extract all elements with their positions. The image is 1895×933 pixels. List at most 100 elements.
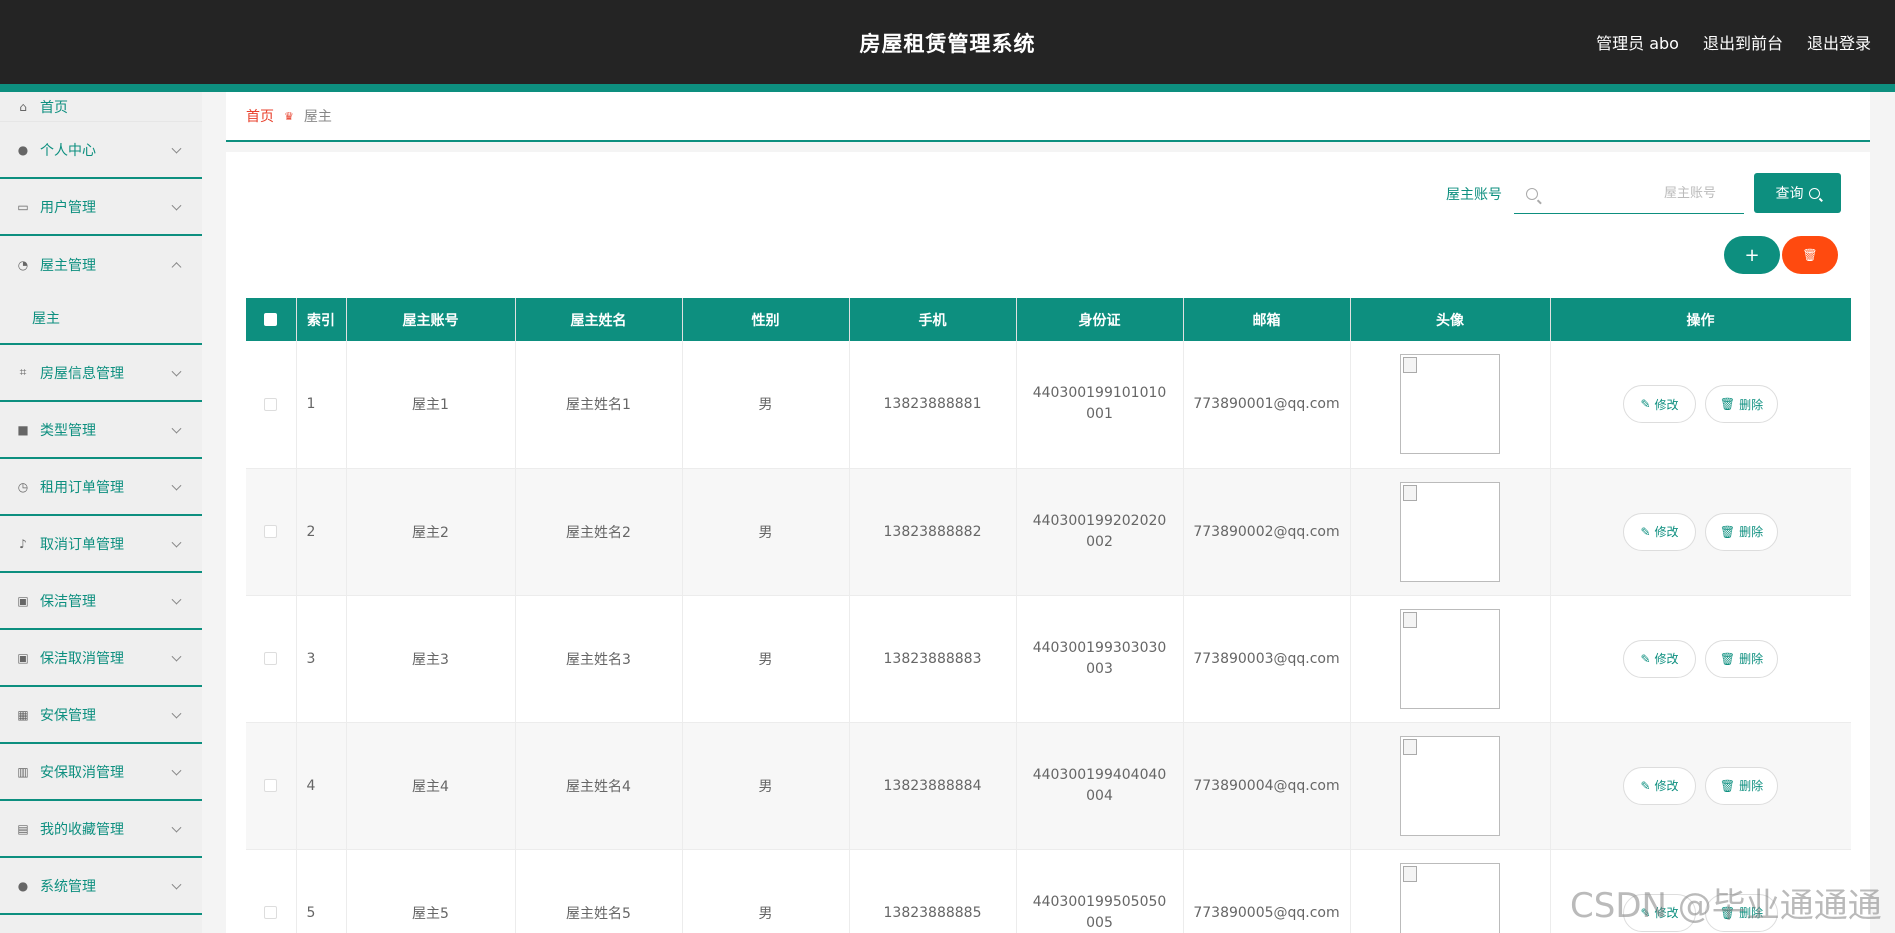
table-row: 1 屋主1 屋主姓名1 男 13823888881 44030019910101… (246, 341, 1851, 469)
user-icon: ● (17, 142, 29, 157)
edit-button[interactable]: ✎ 修改 (1623, 639, 1696, 678)
chevron-down-icon (171, 651, 182, 662)
sidebar-subitem-label: 屋主 (32, 311, 60, 327)
cell-gender: 男 (682, 595, 850, 723)
delete-button[interactable]: 🗑 删除 (1705, 385, 1778, 424)
chevron-down-icon (171, 594, 182, 605)
sidebar-item-rent-orders[interactable]: ◷ 租用订单管理 (0, 459, 202, 516)
breadcrumb-current: 屋主 (303, 109, 332, 125)
sidebar-item-label: 安保管理 (40, 707, 96, 724)
sidebar-item-cancel-orders[interactable]: ♪ 取消订单管理 (0, 516, 202, 573)
query-button[interactable]: 查询 (1754, 173, 1841, 213)
delete-button[interactable]: 🗑 删除 (1705, 512, 1778, 551)
microphone-icon: ♪ (19, 536, 27, 551)
column-header: 操作 (1550, 298, 1851, 341)
sidebar-item-owner-management[interactable]: ◔ 屋主管理 (0, 236, 202, 293)
table-row: 3 屋主3 屋主姓名3 男 13823888883 44030019930303… (246, 595, 1851, 723)
cell-phone: 13823888885 (849, 849, 1017, 933)
chevron-down-icon (171, 143, 182, 154)
cell-index: 5 (296, 849, 347, 933)
sidebar-item-label: 我的收藏管理 (40, 821, 124, 838)
home-icon: ⌂ (19, 99, 27, 114)
row-checkbox[interactable] (246, 595, 297, 723)
sidebar-item-system[interactable]: ● 系统管理 (0, 858, 202, 915)
trash-icon: 🗑 (1719, 651, 1736, 666)
chevron-down-icon (171, 765, 182, 776)
owner-table: 索引 屋主账号 屋主姓名 性别 手机 身份证 邮箱 头像 操作 1 屋主1 屋主… (246, 298, 1851, 933)
cell-name: 屋主姓名4 (515, 722, 683, 850)
sidebar-item-home[interactable]: ⌂ 首页 (0, 92, 202, 122)
select-all-checkbox[interactable] (246, 298, 297, 341)
edit-button[interactable]: ✎ 修改 (1623, 893, 1696, 932)
edit-icon: ✎ (1640, 651, 1651, 666)
row-checkbox[interactable] (246, 722, 297, 850)
chevron-down-icon (171, 822, 182, 833)
edit-label: 修改 (1654, 779, 1679, 793)
column-header: 身份证 (1016, 298, 1184, 341)
delete-label: 删除 (1739, 525, 1764, 539)
logout-link[interactable]: 退出登录 (1807, 30, 1871, 54)
sidebar-item-label: 租用订单管理 (40, 479, 124, 496)
search-input[interactable] (1538, 186, 1744, 201)
sidebar-item-personal-center[interactable]: ● 个人中心 (0, 122, 202, 179)
sidebar-item-label: 屋主管理 (40, 257, 96, 274)
sidebar-item-security[interactable]: ▦ 安保管理 (0, 687, 202, 744)
cell-account: 屋主2 (346, 468, 516, 596)
delete-button[interactable]: 🗑 删除 (1705, 766, 1778, 805)
cell-index: 3 (296, 595, 347, 723)
search-icon (1808, 187, 1820, 199)
cell-operations: ✎ 修改 🗑 删除 (1550, 722, 1851, 850)
breadcrumb-separator-icon: ♛ (284, 109, 294, 123)
cell-idcard: 440300199303030003 (1016, 595, 1184, 723)
cell-gender: 男 (682, 849, 850, 933)
sidebar-item-type-management[interactable]: ■ 类型管理 (0, 402, 202, 459)
edit-button[interactable]: ✎ 修改 (1623, 512, 1696, 551)
breadcrumb: 首页 ♛ 屋主 (226, 92, 1870, 142)
clipboard-list-icon: ▤ (17, 821, 29, 836)
cell-email: 773890004@qq.com (1183, 722, 1351, 850)
cell-name: 屋主姓名5 (515, 849, 683, 933)
user-settings-icon: ● (17, 878, 29, 893)
sidebar-item-label: 类型管理 (40, 422, 96, 439)
sidebar-subitem-owner[interactable]: 屋主 (0, 293, 202, 345)
sidebar-item-house-info[interactable]: ⌗ 房屋信息管理 (0, 345, 202, 402)
edit-button[interactable]: ✎ 修改 (1623, 766, 1696, 805)
sidebar-item-favorites[interactable]: ▤ 我的收藏管理 (0, 801, 202, 858)
cell-index: 1 (296, 341, 347, 469)
row-checkbox[interactable] (246, 341, 297, 469)
edit-button[interactable]: ✎ 修改 (1623, 385, 1696, 424)
add-button[interactable]: + (1724, 236, 1780, 274)
row-checkbox[interactable] (246, 468, 297, 596)
cell-idcard: 440300199202020002 (1016, 468, 1184, 596)
batch-delete-button[interactable]: 🗑 (1782, 236, 1838, 274)
table-row: 2 屋主2 屋主姓名2 男 13823888882 44030019920202… (246, 468, 1851, 596)
table-row: 5 屋主5 屋主姓名5 男 13823888885 44030019950505… (246, 849, 1851, 933)
avatar-image (1400, 608, 1500, 709)
breadcrumb-home[interactable]: 首页 (246, 106, 274, 126)
delete-button[interactable]: 🗑 删除 (1705, 639, 1778, 678)
cell-operations: ✎ 修改 🗑 删除 (1550, 468, 1851, 596)
cell-account: 屋主3 (346, 595, 516, 723)
row-checkbox[interactable] (246, 849, 297, 933)
cell-phone: 13823888884 (849, 722, 1017, 850)
sidebar-item-user-management[interactable]: ▭ 用户管理 (0, 179, 202, 236)
edit-icon: ✎ (1640, 905, 1651, 920)
cell-email: 773890002@qq.com (1183, 468, 1351, 596)
avatar-image (1400, 354, 1500, 455)
delete-button[interactable]: 🗑 删除 (1705, 893, 1778, 932)
sidebar: ⌂ 首页 ● 个人中心 ▭ 用户管理 ◔ 屋主管理 屋主 ⌗ 房屋信息管理 ■ … (0, 92, 202, 933)
briefcase-icon: ■ (17, 422, 29, 437)
sidebar-item-cleaning-cancel[interactable]: ▣ 保洁取消管理 (0, 630, 202, 687)
sidebar-item-cleaning[interactable]: ▣ 保洁管理 (0, 573, 202, 630)
search-icon (1526, 187, 1538, 200)
cell-email: 773890001@qq.com (1183, 341, 1351, 469)
exit-to-front-link[interactable]: 退出到前台 (1703, 30, 1783, 54)
edit-icon: ✎ (1640, 524, 1651, 539)
sidebar-item-label: 安保取消管理 (40, 764, 124, 781)
sidebar-item-security-cancel[interactable]: ▥ 安保取消管理 (0, 744, 202, 801)
cell-account: 屋主4 (346, 722, 516, 850)
chevron-down-icon (171, 708, 182, 719)
header-accent-bar (0, 84, 1895, 92)
chat-icon: ▭ (17, 199, 29, 214)
sidebar-item-label: 保洁管理 (40, 593, 96, 610)
